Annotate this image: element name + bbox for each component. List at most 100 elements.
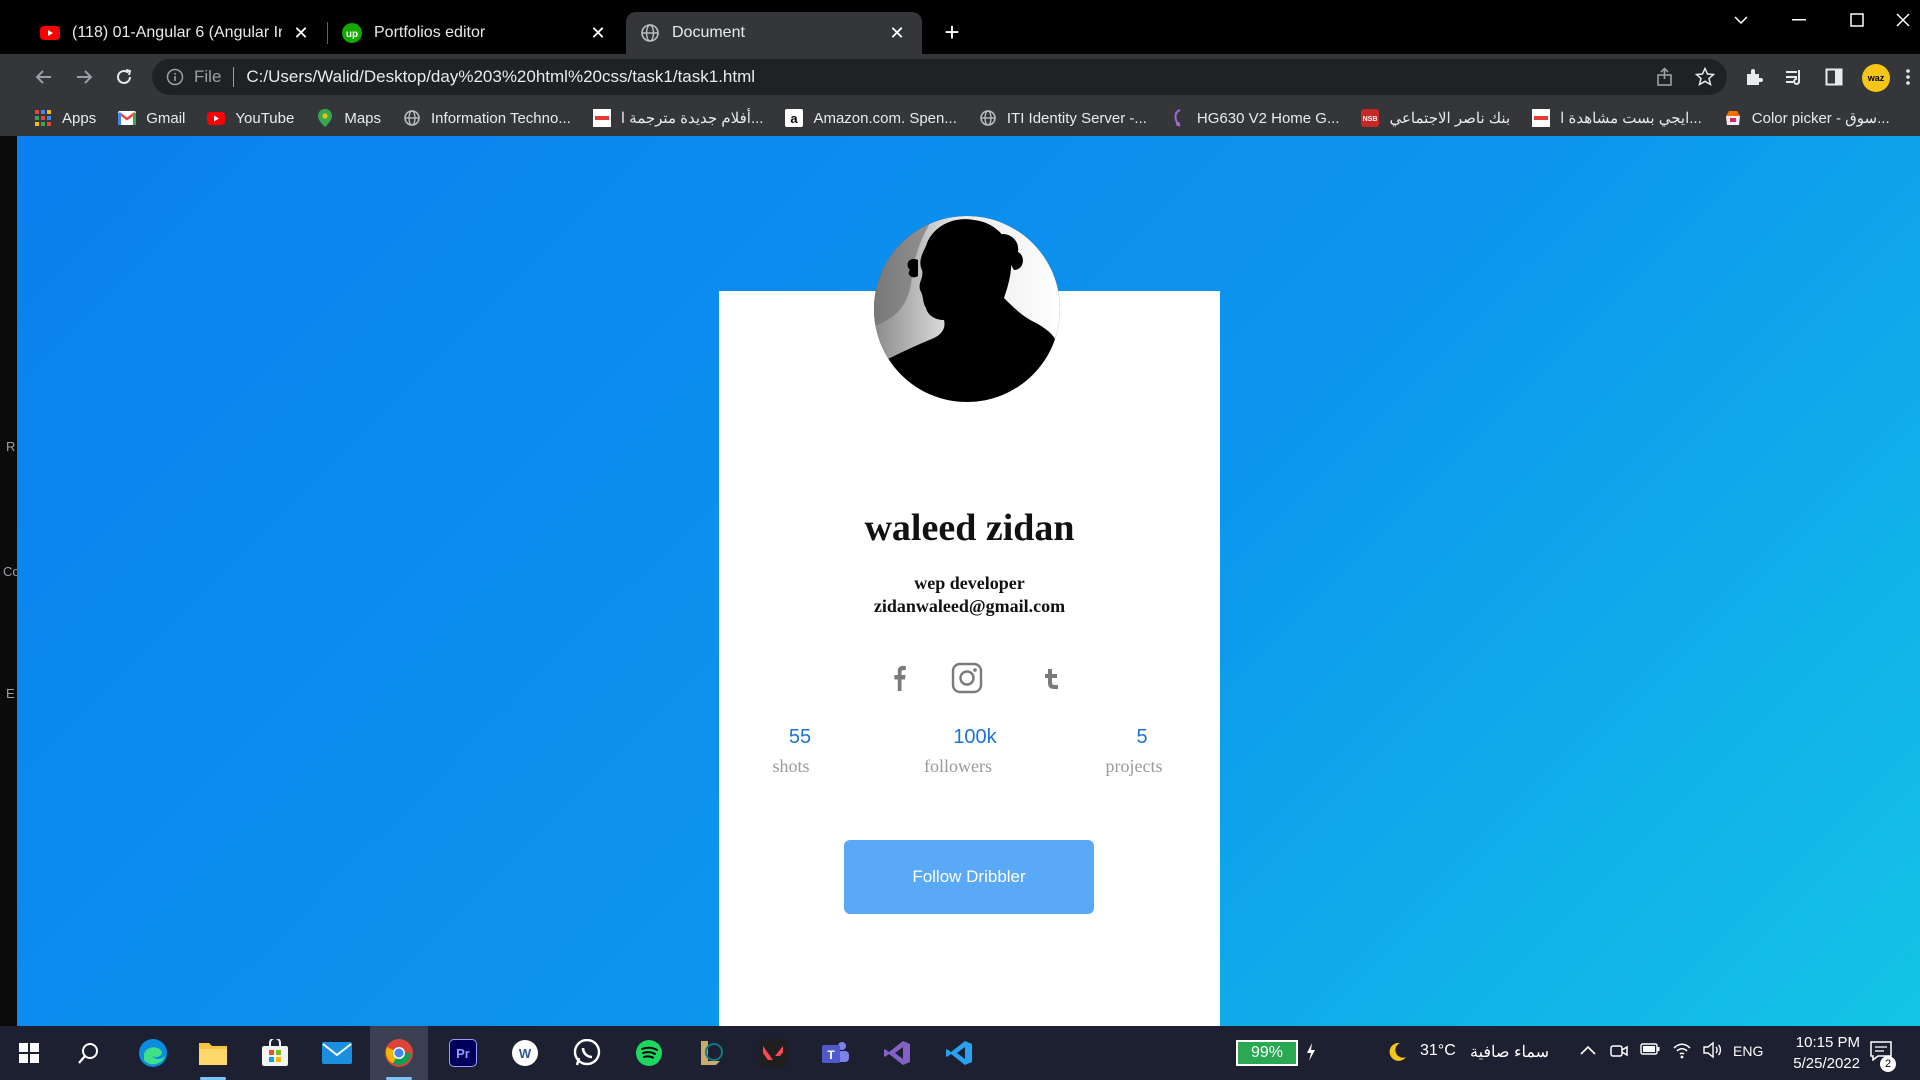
svg-text:a: a — [791, 111, 799, 126]
bookmark-apps[interactable]: Apps — [34, 109, 96, 127]
search-icon[interactable] — [60, 1026, 118, 1080]
file-explorer-icon[interactable] — [184, 1026, 242, 1080]
edge-letter: R — [6, 439, 16, 454]
chevron-up-icon[interactable] — [1580, 1042, 1596, 1060]
bookmark-label: Information Techno... — [431, 109, 571, 127]
youtube-icon — [207, 109, 226, 127]
bookmark-iti-identity[interactable]: ITI Identity Server -... — [979, 109, 1147, 127]
forward-icon[interactable] — [72, 65, 96, 89]
bookmark-gmail[interactable]: Gmail — [118, 109, 185, 127]
close-tab-icon[interactable]: ✕ — [886, 22, 908, 44]
bookmark-amazon[interactable]: a Amazon.com. Spen... — [785, 109, 957, 127]
gmail-icon — [118, 109, 137, 127]
edge-icon[interactable] — [124, 1026, 182, 1080]
language-indicator[interactable]: ENG — [1733, 1043, 1763, 1059]
bookmark-label: Color picker - سوق... — [1751, 110, 1890, 127]
stat-shots-value: 55 — [788, 726, 812, 748]
premiere-icon[interactable]: Pr — [434, 1026, 492, 1080]
tab-search-icon[interactable] — [1716, 0, 1766, 40]
bookmark-maps[interactable]: Maps — [316, 109, 381, 127]
whatsapp-icon[interactable] — [558, 1026, 616, 1080]
reload-icon[interactable] — [112, 65, 136, 89]
bookmark-label: YouTube — [235, 109, 295, 127]
profile-name: waleed zidan — [864, 507, 1075, 549]
bookmark-movies[interactable]: أفلام جديدة مترجمة ا... — [592, 109, 764, 127]
close-tab-icon[interactable]: ✕ — [587, 22, 609, 44]
bookmark-egybest[interactable]: ايجي بست مشاهدة ا... — [1532, 109, 1702, 127]
bookmark-star-icon[interactable] — [1694, 66, 1716, 92]
minimize-icon[interactable] — [1774, 0, 1824, 40]
bookmark-youtube[interactable]: YouTube — [207, 109, 294, 127]
side-panel-icon[interactable] — [1822, 65, 1846, 89]
router-icon — [1169, 109, 1187, 127]
bookmark-label: ايجي بست مشاهدة ا... — [1560, 110, 1702, 127]
site-icon — [592, 109, 611, 127]
weather-description[interactable]: سماء صافية — [1470, 1042, 1549, 1062]
page-viewport: waleed zidan wep developer zidanwaleed@g… — [17, 136, 1920, 1026]
meet-now-icon[interactable] — [1610, 1042, 1628, 1065]
bookmark-label: Apps — [62, 109, 97, 127]
taskbar: Pr W T 99% 31°C سماء صافية ENG 10:15 PM … — [0, 1026, 1920, 1080]
profile-avatar[interactable]: waz — [1862, 64, 1890, 92]
clock-time: 10:15 PM — [1795, 1034, 1860, 1051]
bookmark-color-picker[interactable]: Color picker - سوق... — [1724, 109, 1890, 127]
tab-document[interactable]: Document ✕ — [626, 12, 922, 54]
stat-shots-label: shots — [772, 756, 810, 776]
mail-icon[interactable] — [308, 1026, 366, 1080]
youtube-icon — [40, 23, 60, 43]
teams-icon[interactable]: T — [806, 1026, 864, 1080]
close-window-icon[interactable] — [1885, 0, 1920, 40]
svg-text:up: up — [346, 29, 358, 40]
charging-icon — [1306, 1043, 1316, 1066]
battery-indicator[interactable]: 99% — [1236, 1040, 1298, 1066]
address-bar[interactable]: File C:/Users/Walid/Desktop/day%203%20ht… — [152, 59, 1727, 95]
bookmark-label: HG630 V2 Home G... — [1196, 109, 1340, 127]
tumblr-icon[interactable] — [1035, 662, 1067, 694]
clock[interactable]: 10:15 PM 5/25/2022 — [1760, 1032, 1860, 1074]
weather-temp[interactable]: 31°C — [1420, 1042, 1456, 1060]
stat-projects-value: 5 — [1136, 726, 1148, 748]
bookmark-label: أفلام جديدة مترجمة ا... — [620, 110, 764, 127]
maximize-icon[interactable] — [1832, 0, 1882, 40]
svg-text:T: T — [827, 1048, 835, 1062]
tab-title: Document — [672, 24, 745, 41]
visual-studio-icon[interactable] — [868, 1026, 926, 1080]
battery-tray-icon[interactable] — [1640, 1042, 1660, 1061]
tab-youtube[interactable]: (118) 01-Angular 6 (Angular Insta ✕ — [26, 12, 326, 54]
bookmark-bank[interactable]: NSB بنك ناصر الاجتماعي — [1361, 109, 1510, 127]
new-tab-button[interactable]: + — [940, 19, 964, 45]
tab-title: Portfolios editor — [374, 24, 486, 41]
url-text[interactable]: C:/Users/Walid/Desktop/day%203%20html%20… — [246, 67, 755, 87]
wifi-icon[interactable] — [1672, 1040, 1692, 1065]
volume-icon[interactable] — [1702, 1041, 1722, 1064]
svg-text:W: W — [519, 1046, 532, 1061]
bookmark-label: Gmail — [146, 109, 186, 127]
browser-toolbar: File C:/Users/Walid/Desktop/day%203%20ht… — [0, 54, 1920, 100]
close-tab-icon[interactable]: ✕ — [290, 22, 312, 44]
word-icon[interactable]: W — [496, 1026, 554, 1080]
bank-icon: NSB — [1361, 109, 1380, 127]
back-icon[interactable] — [32, 65, 56, 89]
profile-email: zidanwaleed@gmail.com — [873, 596, 1066, 616]
instagram-icon[interactable] — [951, 662, 983, 694]
extensions-icon[interactable] — [1742, 65, 1766, 89]
start-icon[interactable] — [0, 1026, 58, 1080]
divider — [233, 67, 235, 87]
menu-dots-icon[interactable] — [1900, 65, 1916, 89]
facebook-icon[interactable] — [883, 662, 915, 694]
share-icon[interactable] — [1655, 67, 1675, 92]
vscode-icon[interactable] — [930, 1026, 988, 1080]
spotify-icon[interactable] — [620, 1026, 678, 1080]
stat-followers-label: followers — [924, 756, 992, 776]
tab-portfolios-editor[interactable]: up Portfolios editor ✕ — [328, 12, 623, 54]
store-icon[interactable] — [246, 1026, 304, 1080]
scheme-label: File — [194, 67, 222, 86]
media-control-icon[interactable] — [1782, 65, 1806, 89]
chrome-icon[interactable] — [370, 1026, 428, 1080]
info-icon[interactable] — [166, 68, 184, 86]
bookmark-information-technology[interactable]: Information Techno... — [403, 109, 571, 127]
league-icon[interactable] — [682, 1026, 740, 1080]
follow-button[interactable]: Follow Dribbler — [844, 840, 1094, 914]
bookmark-router[interactable]: HG630 V2 Home G... — [1169, 109, 1340, 127]
valorant-icon[interactable] — [744, 1026, 802, 1080]
